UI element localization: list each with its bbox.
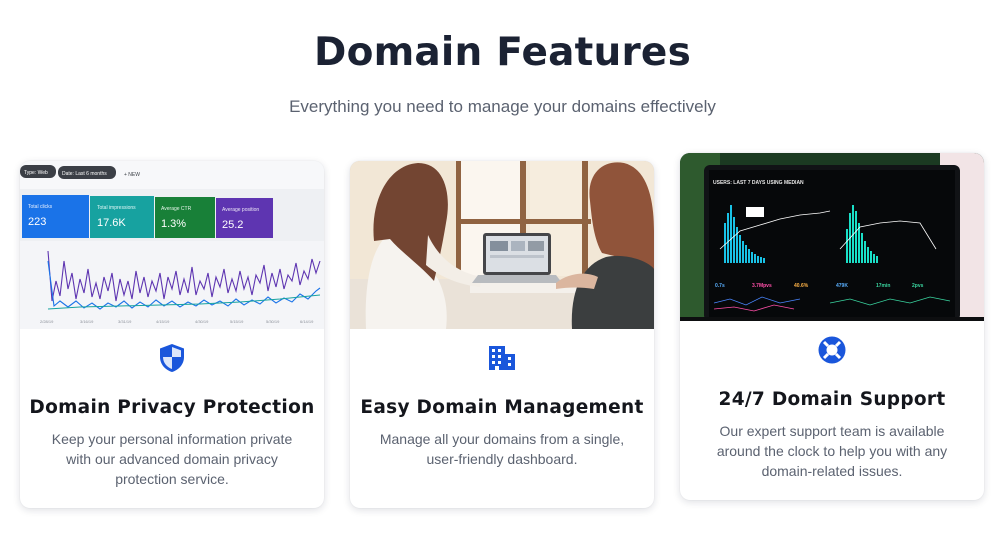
feature-card-support: USERS: LAST 7 DAYS USING MEDIAN 0.7s 3.7… [680, 153, 984, 500]
metric-label: Average position [222, 207, 259, 213]
svg-text:4/30/19: 4/30/19 [195, 319, 209, 324]
metric-label: Total impressions [97, 205, 136, 211]
section-subtitle: Everything you need to manage your domai… [289, 97, 716, 116]
card-description: Manage all your domains from a single, u… [379, 431, 625, 467]
card-title: 24/7 Domain Support [718, 389, 946, 410]
domain-features-section: Domain Features Everything you need to m… [0, 0, 1005, 552]
svg-text:2/28/19: 2/28/19 [40, 319, 54, 324]
metric-value: 223 [28, 216, 46, 228]
chip-type: Type: Web [24, 170, 48, 176]
metric-value: 1.3% [161, 218, 186, 230]
card-title: Easy Domain Management [360, 397, 644, 418]
chip-new: + NEW [124, 172, 140, 178]
card-description: Our expert support team is available aro… [716, 423, 948, 479]
svg-text:6/14/19: 6/14/19 [300, 319, 314, 324]
svg-text:5/15/19: 5/15/19 [230, 319, 244, 324]
analytics-dashboard-photo: Type: Web Date: Last 6 months + NEW Tota… [20, 161, 324, 329]
stat-value: 479K [836, 283, 848, 289]
card-description: Keep your personal information private w… [51, 431, 293, 487]
svg-text:4/15/19: 4/15/19 [156, 319, 170, 324]
svg-text:3/31/19: 3/31/19 [118, 319, 132, 324]
dashboard-header: USERS: LAST 7 DAYS USING MEDIAN [713, 180, 804, 186]
metric-label: Total clicks [28, 204, 53, 210]
stat-value: 40.6% [794, 283, 809, 289]
feature-card-management: Easy Domain Management Manage all your d… [350, 161, 654, 508]
lifebuoy-icon [817, 335, 847, 365]
stat-value: 17min [876, 283, 890, 289]
stat-value: 2pvs [912, 283, 924, 289]
metric-value: 25.2 [222, 219, 243, 231]
svg-text:5/30/19: 5/30/19 [266, 319, 280, 324]
section-title: Domain Features [314, 30, 691, 75]
performance-dashboard-photo: USERS: LAST 7 DAYS USING MEDIAN 0.7s 3.7… [680, 153, 984, 321]
metric-value: 17.6K [97, 217, 126, 229]
svg-text:3/16/19: 3/16/19 [80, 319, 94, 324]
people-laptop-photo [350, 161, 654, 329]
metric-label: Average CTR [161, 206, 192, 212]
stat-value: 0.7s [715, 283, 725, 289]
shield-icon [157, 343, 187, 373]
card-title: Domain Privacy Protection [29, 397, 315, 418]
building-icon [487, 343, 517, 373]
feature-card-privacy: Type: Web Date: Last 6 months + NEW Tota… [20, 161, 324, 508]
chip-date: Date: Last 6 months [62, 171, 107, 177]
stat-value: 3.7Mpvs [752, 283, 772, 289]
